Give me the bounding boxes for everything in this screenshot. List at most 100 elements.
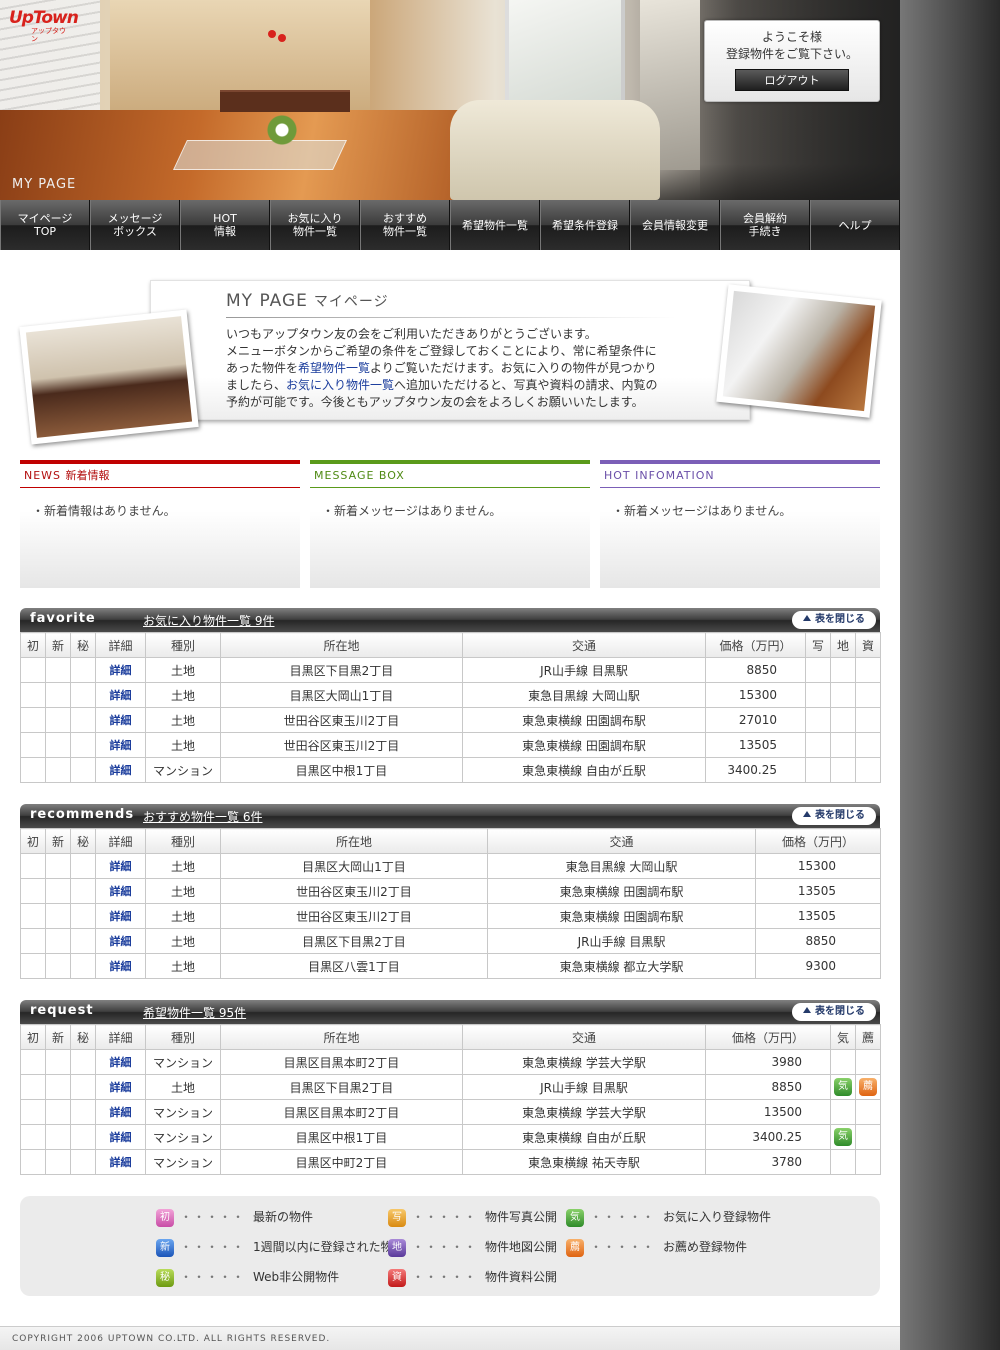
nav-label: 会員解約 手続き bbox=[743, 212, 787, 238]
detail-link[interactable]: 詳細 bbox=[95, 953, 146, 979]
table-cell: 東急東横線 学芸大学駅 bbox=[462, 1099, 706, 1125]
recommends-list-count-link[interactable]: おすすめ物件一覧 6件 bbox=[143, 808, 262, 825]
request-list-link[interactable]: 希望物件一覧 bbox=[298, 361, 370, 375]
legend-label: 物件資料公開 bbox=[485, 1270, 558, 1284]
intro-line: メニューボタンからご希望の条件をご登録しておくことにより、常に希望条件に bbox=[226, 344, 657, 358]
nav-request-list[interactable]: 希望物件一覧 bbox=[450, 200, 540, 250]
column-header: 価格（万円） bbox=[705, 1024, 831, 1050]
table-cell: 土地 bbox=[145, 953, 221, 979]
table-row: 詳細 土地 世田谷区東玉川2丁目 東急東横線 田園調布駅 13505 bbox=[20, 878, 881, 904]
detail-link[interactable]: 詳細 bbox=[95, 928, 146, 954]
request-close-button[interactable]: 表を閉じる bbox=[792, 1003, 876, 1021]
price-cell: 3980 bbox=[705, 1049, 831, 1075]
table-row: 詳細 土地 目黒区八雲1丁目 東急東横線 都立大学駅 9300 bbox=[20, 953, 881, 979]
price-cell: 13500 bbox=[705, 1099, 831, 1125]
table-cell bbox=[20, 1099, 46, 1125]
legend-label: お薦め登録物件 bbox=[663, 1240, 748, 1254]
table-cell bbox=[70, 1124, 96, 1150]
detail-link[interactable]: 詳細 bbox=[95, 657, 146, 683]
detail-link[interactable]: 詳細 bbox=[95, 732, 146, 758]
favorite-list-link[interactable]: お気に入り物件一覧 bbox=[286, 378, 394, 392]
table-cell: 土地 bbox=[145, 707, 221, 733]
table-cell bbox=[20, 878, 46, 904]
recommends-close-button[interactable]: 表を閉じる bbox=[792, 807, 876, 825]
table-cell bbox=[70, 1049, 96, 1075]
table-cell: 東急東横線 田園調布駅 bbox=[462, 732, 706, 758]
table-cell bbox=[45, 732, 71, 758]
uptown-logo[interactable]: UpTown アップタウン bbox=[9, 9, 79, 43]
banner-sofa bbox=[450, 100, 660, 200]
table-cell bbox=[70, 903, 96, 929]
table-cell: 土地 bbox=[145, 732, 221, 758]
recommend-badge-icon: 薦 bbox=[859, 1078, 877, 1096]
table-cell: 世田谷区東玉川2丁目 bbox=[220, 732, 463, 758]
table-cell bbox=[70, 682, 96, 708]
table-cell bbox=[830, 732, 856, 758]
detail-link[interactable]: 詳細 bbox=[95, 903, 146, 929]
nav-label: ヘルプ bbox=[838, 218, 872, 232]
detail-link[interactable]: 詳細 bbox=[95, 878, 146, 904]
detail-link[interactable]: 詳細 bbox=[95, 1149, 146, 1175]
table-cell bbox=[830, 707, 856, 733]
detail-link[interactable]: 詳細 bbox=[95, 853, 146, 879]
nav-recommend-list[interactable]: おすすめ 物件一覧 bbox=[360, 200, 450, 250]
table-cell bbox=[45, 1099, 71, 1125]
intro-line: 予約が可能です。今後ともアップタウン友の会をよろしくお願いいたします。 bbox=[226, 395, 644, 409]
welcome-line-2: 登録物件をご覧下さい。 bbox=[725, 47, 858, 61]
table-cell: 土地 bbox=[145, 928, 221, 954]
logout-button[interactable]: ログアウト bbox=[735, 69, 849, 91]
table-cell bbox=[855, 1149, 881, 1175]
message-heading: MESSAGE BOX bbox=[310, 464, 590, 488]
recommends-section: recommends おすすめ物件一覧 6件 表を閉じる 初新秘詳細 種別 所在地交… bbox=[20, 804, 881, 979]
detail-link[interactable]: 詳細 bbox=[95, 682, 146, 708]
recommends-table: 初新秘詳細 種別 所在地 交通 価格（万円） 詳細 土地 目黒区大岡山1丁目 東急目黒線 大岡… bbox=[20, 828, 881, 979]
legend-dots: ・・・・・ bbox=[180, 1270, 246, 1284]
table-row: 詳細 マンション 目黒区中根1丁目 東急東横線 自由が丘駅 3400.25 bbox=[20, 757, 881, 783]
recommends-header: recommends おすすめ物件一覧 6件 表を閉じる bbox=[20, 804, 880, 828]
footer: COPYRIGHT 2006 UPTOWN CO.LTD. ALL RIGHTS… bbox=[0, 1326, 900, 1350]
column-header: 価格（万円） bbox=[705, 632, 806, 658]
table-cell bbox=[855, 1124, 881, 1150]
nav-request-register[interactable]: 希望条件登録 bbox=[540, 200, 630, 250]
table-cell bbox=[70, 928, 96, 954]
table-header-row: 初新秘詳細 種別 所在地 交通 価格（万円） bbox=[20, 828, 881, 854]
intro-text: いつもアップタウン友の会をご利用いただきありがとうございます。 メニューボタンか… bbox=[226, 326, 666, 411]
favorite-close-button[interactable]: 表を閉じる bbox=[792, 611, 876, 629]
nav-member-edit[interactable]: 会員情報変更 bbox=[630, 200, 720, 250]
legend-badge-icon: 初 bbox=[156, 1208, 174, 1227]
legend-badge-icon: 資 bbox=[388, 1268, 406, 1287]
legend-item: 秘・・・・・ Web非公開物件 bbox=[156, 1268, 339, 1287]
nav-member-cancel[interactable]: 会員解約 手続き bbox=[720, 200, 810, 250]
table-cell bbox=[45, 903, 71, 929]
table-cell bbox=[830, 1049, 856, 1075]
detail-link[interactable]: 詳細 bbox=[95, 757, 146, 783]
detail-link[interactable]: 詳細 bbox=[95, 1074, 146, 1100]
column-header: 交通 bbox=[462, 632, 706, 658]
nav-message-box[interactable]: メッセージ ボックス bbox=[90, 200, 180, 250]
column-header: 秘 bbox=[70, 1024, 96, 1050]
detail-link[interactable]: 詳細 bbox=[95, 1099, 146, 1125]
table-cell: 東急東横線 自由が丘駅 bbox=[462, 757, 706, 783]
nav-favorite-list[interactable]: お気に入り 物件一覧 bbox=[270, 200, 360, 250]
column-header: 詳細 bbox=[95, 632, 146, 658]
nav-hot-info[interactable]: HOT 情報 bbox=[180, 200, 270, 250]
detail-link[interactable]: 詳細 bbox=[95, 1124, 146, 1150]
page: UpTown アップタウン MY PAGE ようこそ様 登録物件をご覧下さい。 … bbox=[0, 0, 900, 1350]
table-cell: 土地 bbox=[145, 657, 221, 683]
column-header: 秘 bbox=[70, 828, 96, 854]
detail-link[interactable]: 詳細 bbox=[95, 707, 146, 733]
nav-label: 会員情報変更 bbox=[642, 218, 708, 232]
table-cell bbox=[20, 1124, 46, 1150]
detail-link[interactable]: 詳細 bbox=[95, 1049, 146, 1075]
table-cell bbox=[20, 928, 46, 954]
favorite-table: 初新秘詳細 種別 所在地 交通 価格（万円）写地資 詳細 土地 目黒区下目黒2丁目 JR山手線… bbox=[20, 632, 881, 783]
table-cell bbox=[20, 1049, 46, 1075]
table-cell: 東急東横線 田園調布駅 bbox=[487, 903, 756, 929]
nav-mypage-top[interactable]: マイページ TOP bbox=[0, 200, 90, 250]
nav-help[interactable]: ヘルプ bbox=[810, 200, 900, 250]
table-cell bbox=[20, 1074, 46, 1100]
favorite-list-count-link[interactable]: お気に入り物件一覧 9件 bbox=[143, 612, 274, 629]
welcome-line-1: ようこそ様 bbox=[761, 30, 822, 44]
request-list-count-link[interactable]: 希望物件一覧 95件 bbox=[143, 1004, 246, 1021]
table-cell: 目黒区八雲1丁目 bbox=[220, 953, 488, 979]
